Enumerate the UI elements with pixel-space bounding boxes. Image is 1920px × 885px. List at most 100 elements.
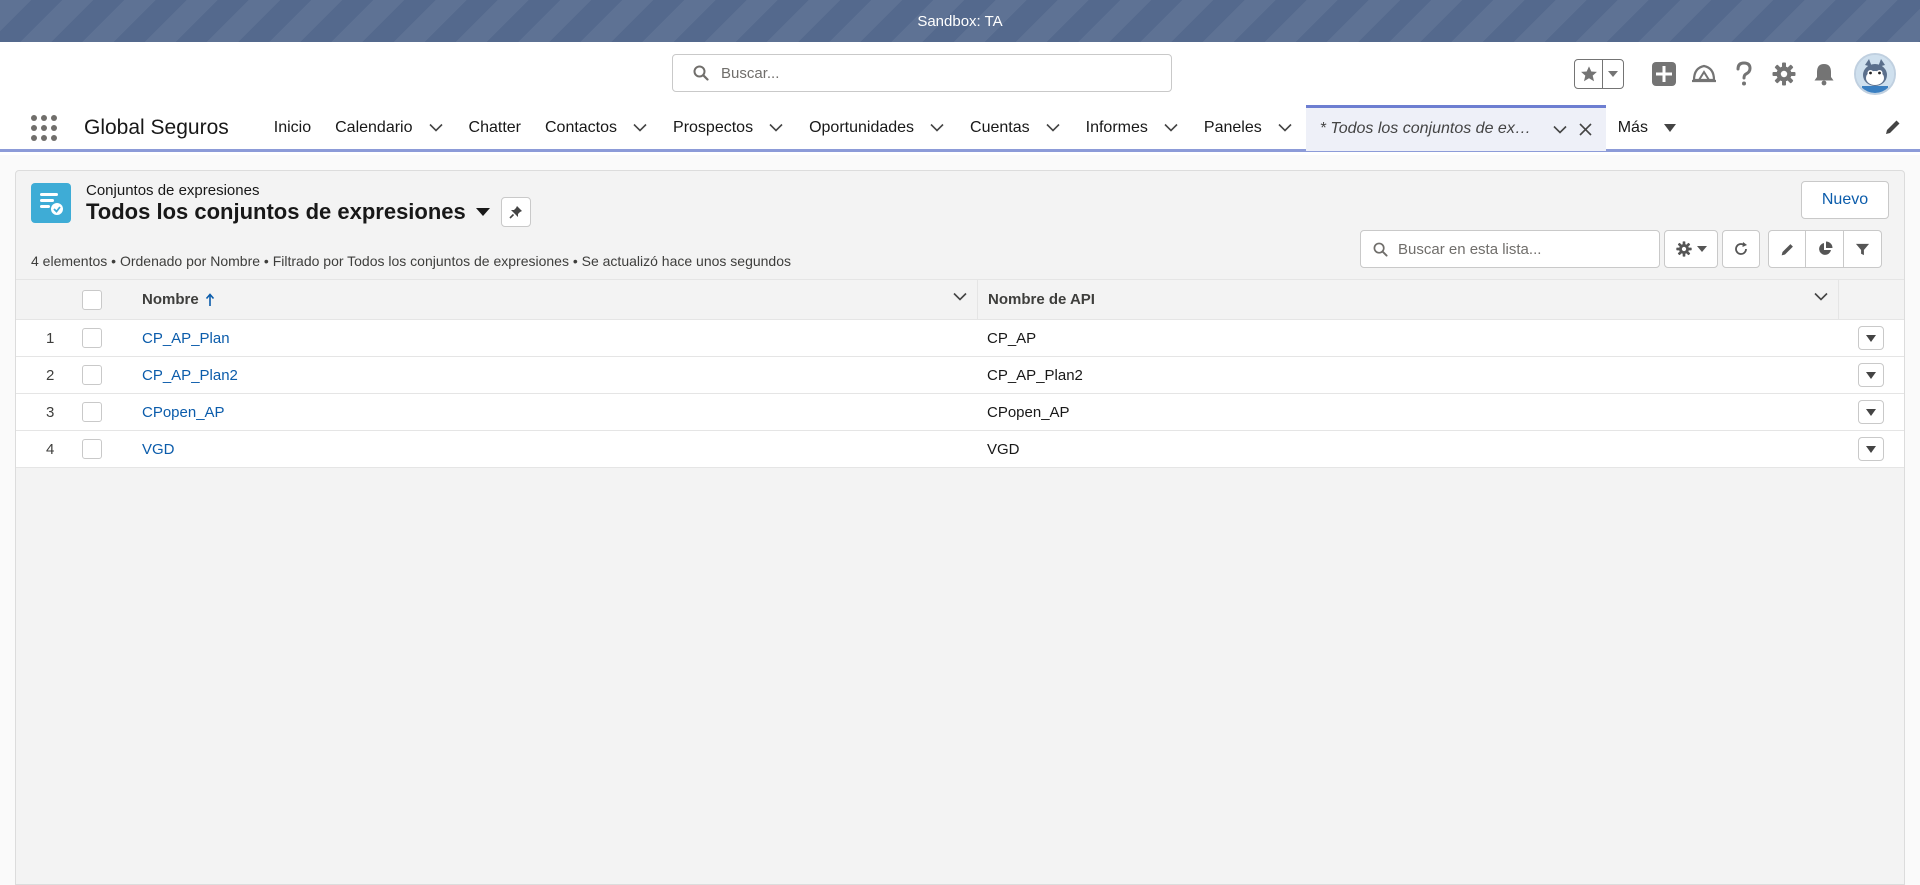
- pie-chart-icon: [1818, 241, 1832, 255]
- global-actions-add-icon[interactable]: [1644, 54, 1684, 94]
- column-header-label: Nombre: [142, 291, 199, 308]
- nav-item-cuentas[interactable]: Cuentas: [958, 105, 1074, 151]
- select-all-checkbox[interactable]: [82, 289, 102, 310]
- row-api-name: CP_AP_Plan2: [987, 366, 1083, 384]
- row-actions-dropdown-icon[interactable]: [1858, 437, 1884, 461]
- column-header-nombre-de-api[interactable]: Nombre de API: [977, 280, 1838, 319]
- row-actions-dropdown-icon[interactable]: [1858, 400, 1884, 424]
- chevron-down-icon[interactable]: [1046, 123, 1060, 132]
- chevron-down-icon[interactable]: [953, 292, 967, 301]
- favorites-star-icon[interactable]: [1575, 60, 1603, 88]
- filter-button[interactable]: [1844, 230, 1882, 268]
- sandbox-label: Sandbox: TA: [917, 12, 1003, 30]
- row-checkbox[interactable]: [82, 439, 102, 459]
- list-settings-button[interactable]: [1664, 230, 1718, 268]
- row-checkbox-cell: [82, 402, 124, 422]
- row-actions-dropdown-icon[interactable]: [1858, 326, 1884, 350]
- nav-item-informes[interactable]: Informes: [1074, 105, 1192, 151]
- favorites-group: [1574, 59, 1624, 89]
- list-search-input[interactable]: Buscar en esta lista...: [1360, 230, 1660, 268]
- nav-item-label: Prospectos: [673, 118, 754, 136]
- close-icon[interactable]: [1579, 122, 1592, 136]
- app-name: Global Seguros: [84, 115, 229, 139]
- favorites-dropdown-icon[interactable]: [1603, 60, 1623, 88]
- row-checkbox-cell: [82, 439, 124, 459]
- gear-icon: [1675, 241, 1692, 257]
- caret-down-icon: [1663, 123, 1676, 132]
- nav-item-label: Informes: [1085, 118, 1148, 136]
- list-view-meta: 4 elementos • Ordenado por Nombre • Filt…: [31, 253, 792, 269]
- chevron-down-icon[interactable]: [1164, 123, 1178, 132]
- record-link[interactable]: CPopen_AP: [142, 404, 225, 421]
- nav-item-more[interactable]: Más: [1606, 105, 1690, 151]
- chart-button[interactable]: [1806, 230, 1844, 268]
- chevron-down-icon[interactable]: [769, 123, 783, 132]
- tab-active-list-view[interactable]: * Todos los conjuntos de exp...: [1305, 104, 1606, 151]
- chevron-down-icon[interactable]: [633, 123, 647, 132]
- record-link[interactable]: VGD: [142, 441, 175, 458]
- row-checkbox[interactable]: [82, 365, 102, 385]
- nav-item-label: Oportunidades: [809, 118, 915, 136]
- table-header: Nombre Nombre de API: [16, 279, 1904, 320]
- row-checkbox[interactable]: [82, 328, 102, 348]
- nav-item-calendario[interactable]: Calendario: [323, 105, 456, 151]
- table-row: 4 VGD VGD: [16, 431, 1904, 468]
- row-number: 2: [46, 366, 55, 384]
- edit-nav-pencil-icon[interactable]: [1884, 118, 1902, 141]
- row-name-cell: CP_AP_Plan: [124, 330, 977, 347]
- column-header-label: Nombre de API: [988, 291, 1095, 308]
- record-link[interactable]: CP_AP_Plan2: [142, 367, 238, 384]
- chevron-down-icon[interactable]: [930, 123, 944, 132]
- row-name-cell: CP_AP_Plan2: [124, 367, 977, 384]
- row-actions-dropdown-icon[interactable]: [1858, 363, 1884, 387]
- row-number: 4: [46, 440, 55, 458]
- row-checkbox-cell: [82, 328, 124, 348]
- row-name-cell: VGD: [124, 441, 977, 458]
- record-link[interactable]: CP_AP_Plan: [142, 330, 230, 347]
- expression-set-object-icon: [31, 183, 71, 223]
- chevron-down-icon[interactable]: [1814, 292, 1828, 301]
- row-checkbox[interactable]: [82, 402, 102, 422]
- chevron-down-icon[interactable]: [1553, 125, 1567, 134]
- nav-item-inicio[interactable]: Inicio: [262, 105, 323, 151]
- row-name-cell: CPopen_AP: [124, 404, 977, 421]
- chevron-down-icon[interactable]: [1278, 123, 1292, 132]
- caret-down-icon[interactable]: [475, 207, 490, 217]
- refresh-button[interactable]: [1722, 230, 1760, 268]
- new-button[interactable]: Nuevo: [1801, 181, 1889, 219]
- header-utility-icons: [1574, 52, 1920, 96]
- user-avatar[interactable]: [1854, 53, 1896, 95]
- list-view-selector[interactable]: Todos los conjuntos de expresiones: [86, 199, 490, 225]
- caret-down-icon: [1696, 246, 1707, 252]
- row-checkbox-cell: [82, 365, 124, 385]
- column-header-nombre[interactable]: Nombre: [124, 280, 977, 319]
- sort-ascending-arrow-icon: [205, 292, 215, 307]
- active-tab-label: * Todos los conjuntos de exp...: [1319, 120, 1537, 137]
- app-launcher-waffle-icon[interactable]: [29, 113, 59, 143]
- nav-item-oportunidades[interactable]: Oportunidades: [797, 105, 958, 151]
- trailhead-guidance-icon[interactable]: [1684, 54, 1724, 94]
- chevron-down-icon[interactable]: [428, 123, 443, 132]
- row-actions-cell: [1838, 400, 1904, 424]
- row-api-name: CPopen_AP: [987, 403, 1070, 421]
- search-icon: [1373, 242, 1388, 257]
- nav-item-prospectos[interactable]: Prospectos: [661, 105, 797, 151]
- inline-edit-button[interactable]: [1768, 230, 1806, 268]
- table-row: 3 CPopen_AP CPopen_AP: [16, 394, 1904, 431]
- object-label: Conjuntos de expresiones: [86, 182, 260, 199]
- help-icon[interactable]: [1724, 54, 1764, 94]
- nav-item-label: Contactos: [544, 118, 618, 136]
- navigation-bar: Global Seguros Inicio Calendario Chatter…: [0, 104, 1920, 152]
- notifications-bell-icon[interactable]: [1804, 54, 1844, 94]
- nav-item-paneles[interactable]: Paneles: [1192, 105, 1306, 151]
- pin-list-view-button[interactable]: [501, 197, 531, 227]
- global-search-input[interactable]: Buscar...: [672, 54, 1172, 92]
- nav-more-label: Más: [1617, 118, 1648, 136]
- list-view-header: Conjuntos de expresiones Todos los conju…: [16, 171, 1904, 275]
- nav-item-contactos[interactable]: Contactos: [533, 105, 661, 151]
- row-actions-cell: [1838, 326, 1904, 350]
- nav-item-chatter[interactable]: Chatter: [457, 105, 533, 151]
- pencil-icon: [1781, 243, 1793, 255]
- setup-gear-icon[interactable]: [1764, 54, 1804, 94]
- global-header: Buscar...: [0, 42, 1920, 106]
